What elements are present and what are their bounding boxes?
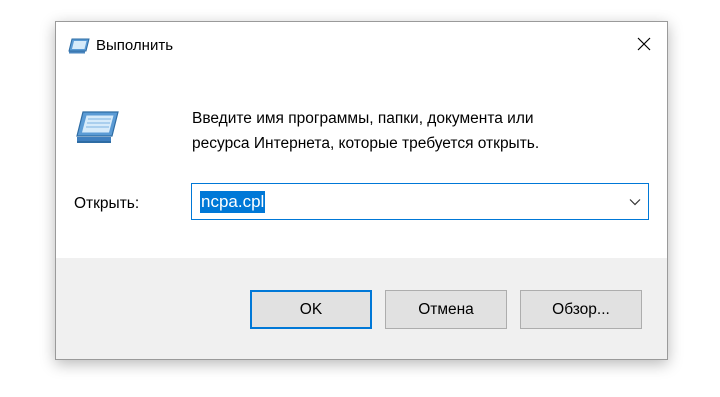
run-program-icon bbox=[75, 110, 119, 144]
open-label: Открыть: bbox=[74, 195, 140, 212]
instructions-text: Введите имя программы, папки, документа … bbox=[192, 106, 632, 156]
run-icon bbox=[68, 38, 90, 54]
run-dialog: Выполнить Введите имя программы, папки, … bbox=[55, 21, 668, 360]
open-input[interactable]: ncpa.cpl bbox=[200, 191, 266, 213]
ok-button[interactable]: OK bbox=[250, 290, 372, 329]
close-button[interactable] bbox=[621, 22, 667, 70]
open-combobox[interactable]: ncpa.cpl bbox=[191, 183, 649, 220]
title-bar[interactable]: Выполнить bbox=[56, 22, 667, 70]
chevron-down-icon[interactable] bbox=[628, 195, 642, 209]
button-bar: OK Отмена Обзор... bbox=[56, 258, 667, 359]
instructions-line-2: ресурса Интернета, которые требуется отк… bbox=[192, 135, 540, 152]
cancel-button[interactable]: Отмена bbox=[385, 290, 507, 329]
close-icon bbox=[637, 37, 651, 56]
browse-button[interactable]: Обзор... bbox=[520, 290, 642, 329]
window-title: Выполнить bbox=[96, 37, 174, 54]
instructions-line-1: Введите имя программы, папки, документа … bbox=[192, 110, 534, 127]
